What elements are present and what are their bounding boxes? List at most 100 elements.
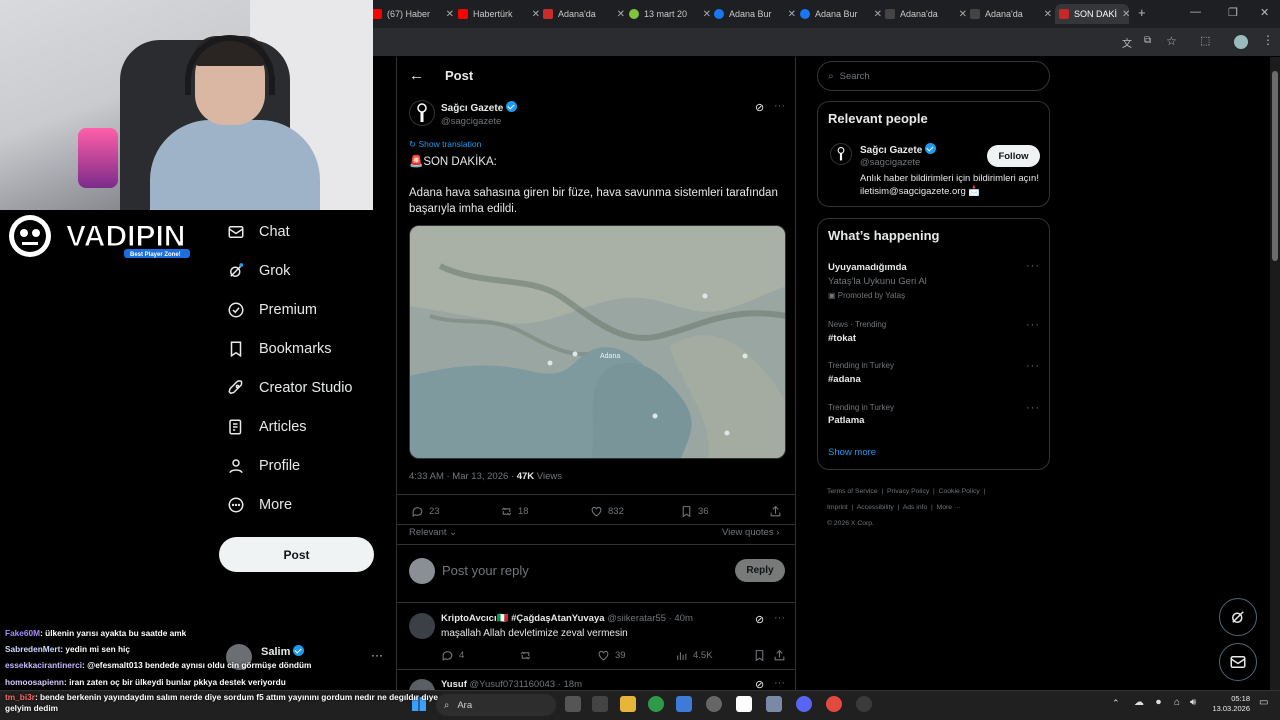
- views-action[interactable]: 4.5K: [675, 649, 713, 662]
- chevron-up-icon[interactable]: ⌃: [1112, 698, 1120, 709]
- nav-premium[interactable]: Premium: [227, 301, 317, 319]
- repost-action[interactable]: 18: [500, 505, 529, 518]
- footer-link[interactable]: Ads info: [903, 504, 928, 511]
- view-quotes-link[interactable]: View quotes ›: [722, 527, 779, 538]
- close-icon[interactable]: ✕: [446, 9, 454, 20]
- close-icon[interactable]: ✕: [1122, 9, 1129, 20]
- reply-button[interactable]: Reply: [735, 559, 785, 582]
- nav-creator-studio[interactable]: Creator Studio: [227, 379, 353, 397]
- app-icon[interactable]: [676, 696, 692, 712]
- trend-more-icon[interactable]: ···: [1026, 402, 1040, 414]
- close-icon[interactable]: ✕: [959, 9, 967, 20]
- author-name[interactable]: Sağcı Gazete: [441, 101, 518, 114]
- post-more-icon[interactable]: ···: [774, 100, 785, 112]
- scrollbar[interactable]: [1270, 57, 1280, 690]
- nav-grok[interactable]: Grok: [227, 262, 290, 280]
- browser-tab[interactable]: Habertürk ✕: [458, 4, 540, 24]
- close-icon[interactable]: ✕: [532, 9, 540, 20]
- new-tab-button[interactable]: +: [1138, 5, 1146, 20]
- close-icon[interactable]: ✕: [617, 9, 625, 20]
- file-explorer-icon[interactable]: [620, 696, 636, 712]
- avatar[interactable]: [830, 143, 852, 165]
- reply-more-icon[interactable]: ···: [774, 612, 785, 624]
- nav-profile[interactable]: Profile: [227, 457, 300, 475]
- browser-tab[interactable]: Adana Bur ✕: [714, 4, 796, 24]
- app-icon[interactable]: [766, 696, 782, 712]
- app-icon[interactable]: [736, 696, 752, 712]
- relevant-sort[interactable]: Relevant ⌄: [409, 527, 457, 538]
- cloud-icon[interactable]: ☁: [1134, 697, 1144, 708]
- grok-icon[interactable]: ⊘: [755, 613, 764, 626]
- close-icon[interactable]: ✕: [874, 9, 882, 20]
- person-name[interactable]: Sağcı Gazete: [860, 143, 937, 156]
- account-more-icon[interactable]: ···: [371, 648, 383, 662]
- taskbar-search[interactable]: ⌕ Ara: [436, 694, 556, 716]
- translate-icon[interactable]: 文: [1122, 35, 1132, 50]
- show-more-link[interactable]: Show more: [828, 447, 876, 458]
- person-handle[interactable]: @sagcigazete: [860, 157, 920, 168]
- grok-icon[interactable]: ⊘: [755, 101, 764, 114]
- widgets-icon[interactable]: [592, 696, 608, 712]
- footer-link[interactable]: More ···: [937, 504, 961, 511]
- footer-link[interactable]: Accessibility: [857, 504, 894, 511]
- reply-action[interactable]: 23: [411, 505, 440, 518]
- repost-action[interactable]: [519, 649, 532, 662]
- minimize-icon[interactable]: —: [1190, 6, 1201, 18]
- nav-articles[interactable]: Articles: [227, 418, 307, 436]
- footer-link[interactable]: Imprint: [827, 504, 848, 511]
- browser-tab[interactable]: Adana'da ✕: [885, 4, 967, 24]
- grok-fab-button[interactable]: [1219, 598, 1257, 636]
- reply-author[interactable]: Yusuf @Yusuf0731160043 · 18m: [441, 679, 582, 690]
- messages-fab-button[interactable]: [1219, 643, 1257, 681]
- footer-link[interactable]: Cookie Policy: [939, 488, 980, 495]
- nav-more[interactable]: More: [227, 496, 292, 514]
- microphone-icon[interactable]: ⏺: [1156, 697, 1161, 708]
- task-view-icon[interactable]: [565, 696, 581, 712]
- chrome-icon[interactable]: [826, 696, 842, 712]
- trend-title[interactable]: #adana: [828, 374, 861, 385]
- share-icon[interactable]: [773, 649, 786, 662]
- address-bar[interactable]: 文 ⧉ ☆ ⬚ ⋮: [372, 28, 1280, 56]
- trend-more-icon[interactable]: ···: [1026, 260, 1040, 272]
- like-action[interactable]: 832: [590, 505, 624, 518]
- footer-link[interactable]: Privacy Policy: [887, 488, 929, 495]
- trend-title[interactable]: Uyuyamadığımda: [828, 262, 907, 273]
- scrollbar-thumb[interactable]: [1272, 71, 1278, 261]
- nav-bookmarks[interactable]: Bookmarks: [227, 340, 332, 358]
- install-icon[interactable]: ⧉: [1144, 35, 1151, 46]
- avatar[interactable]: [409, 613, 435, 639]
- avatar[interactable]: [1234, 35, 1248, 49]
- browser-tab-active[interactable]: SON DAKİ ✕: [1055, 4, 1129, 24]
- post-button[interactable]: Post: [219, 537, 374, 572]
- star-icon[interactable]: ☆: [1166, 34, 1177, 48]
- trend-more-icon[interactable]: ···: [1026, 319, 1040, 331]
- close-window-icon[interactable]: ✕: [1260, 6, 1269, 19]
- follow-button[interactable]: Follow: [987, 145, 1040, 167]
- trend-title[interactable]: #tokat: [828, 333, 856, 344]
- menu-icon[interactable]: ⋮: [1262, 33, 1274, 47]
- nav-chat[interactable]: Chat: [227, 223, 290, 241]
- footer-link[interactable]: Terms of Service: [827, 488, 878, 495]
- search-input[interactable]: ⌕ Search: [817, 61, 1050, 91]
- reply-input[interactable]: Post your reply: [442, 563, 529, 578]
- share-icon[interactable]: [769, 505, 782, 518]
- clock[interactable]: 05:18 13.03.2026: [1206, 694, 1250, 714]
- discord-icon[interactable]: [796, 696, 812, 712]
- notifications-icon[interactable]: ▭: [1259, 697, 1268, 708]
- browser-tab[interactable]: (67) Haber ✕: [372, 4, 454, 24]
- browser-tab[interactable]: Adana'da ✕: [543, 4, 625, 24]
- close-icon[interactable]: ✕: [703, 9, 711, 20]
- reply-more-icon[interactable]: ···: [774, 677, 785, 689]
- network-icon[interactable]: ⌂: [1174, 697, 1180, 708]
- browser-tab[interactable]: Adana Bur ✕: [800, 4, 882, 24]
- reply-action[interactable]: 4: [441, 649, 464, 662]
- reply-author[interactable]: KriptoAvcıcı🇮🇹 #ÇağdaşAtanYuvaya @siiker…: [441, 613, 693, 624]
- bookmark-action[interactable]: 36: [680, 505, 709, 518]
- settings-icon[interactable]: [706, 696, 722, 712]
- extensions-icon[interactable]: ⬚: [1200, 34, 1210, 47]
- back-arrow-icon[interactable]: ←: [409, 67, 424, 84]
- show-translation-link[interactable]: ↻ Show translation: [409, 139, 481, 150]
- account-name[interactable]: Salim: [261, 645, 305, 658]
- chrome-icon[interactable]: [648, 696, 664, 712]
- close-icon[interactable]: ✕: [1044, 9, 1052, 20]
